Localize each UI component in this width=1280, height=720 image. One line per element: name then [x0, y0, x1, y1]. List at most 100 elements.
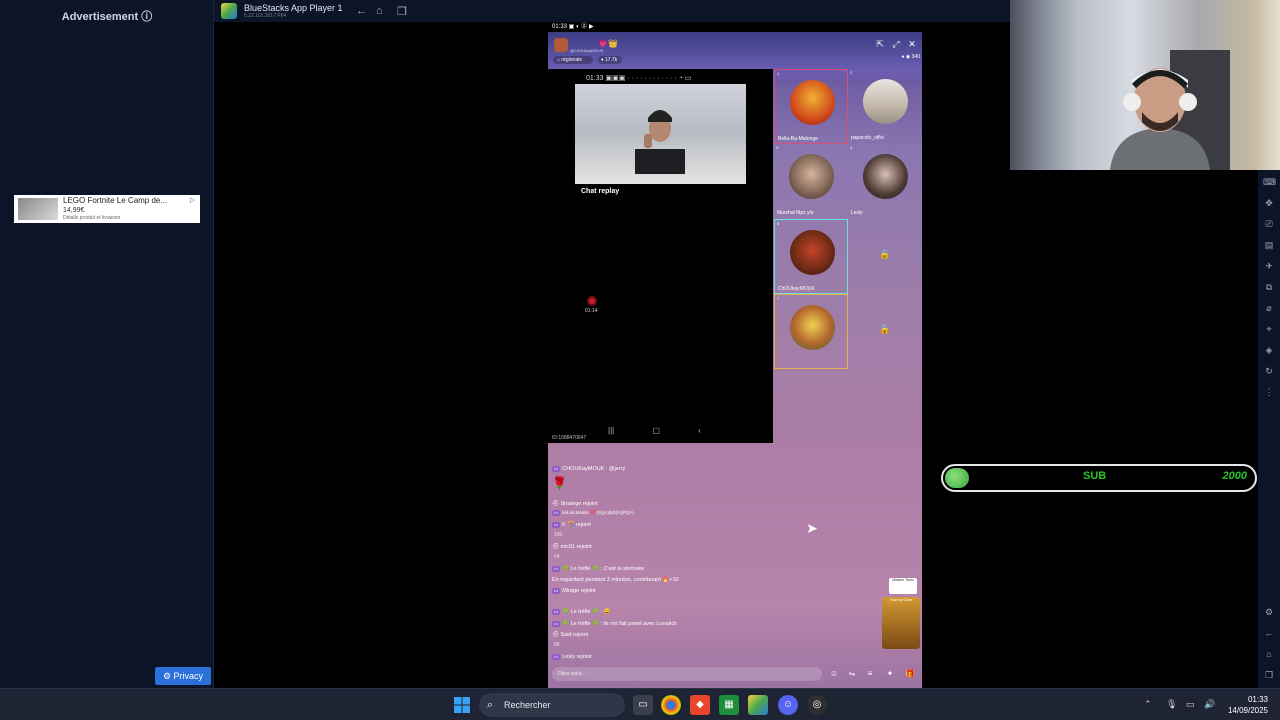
chat-text: 🍀 Le trèfle 🍀 : C'est la sternake [562, 566, 645, 572]
location-icon[interactable]: ⌖ [1263, 323, 1275, 335]
back-nav-icon[interactable]: ‹ [698, 426, 701, 435]
stream-id: ID:1088470647 [552, 435, 587, 441]
chat-message: Lv kal.de.Manila 💯 (S)(A)(M)(A)(R)(A) [552, 510, 634, 516]
sidebar-recents-icon[interactable]: ❐ [1263, 669, 1275, 681]
viewer-count[interactable]: ● ◉ 340 [870, 54, 920, 66]
chrome-icon[interactable] [661, 695, 681, 715]
seat-5[interactable]: 5 ChOUkayMOUK [774, 219, 848, 294]
seat-name: Marshal Mpz yts [777, 210, 814, 216]
lock-icon: 🔒 [879, 324, 891, 334]
ad-title: Advertisement ⓘ [61, 11, 153, 23]
taskbar-clock[interactable]: 01:33 14/09/2025 [1228, 694, 1268, 716]
seat-number: 2 [850, 70, 853, 75]
seat-8-empty[interactable]: 🔒 [848, 294, 922, 369]
ad-choices-icon[interactable]: ▷ [190, 196, 198, 204]
gamepad-icon[interactable]: ✥ [1263, 197, 1275, 209]
home-nav-icon[interactable]: ▢ [652, 426, 660, 435]
windows-start-icon[interactable] [454, 697, 470, 713]
ad-product-name[interactable]: LEGO Fortnite Le Camp de... [63, 196, 167, 205]
event-banner[interactable]: Tournoi Clan [882, 597, 920, 649]
seat-avatar[interactable] [790, 80, 835, 125]
seat-avatar[interactable] [863, 154, 908, 199]
status-time: 01:33 [552, 24, 568, 30]
keyboard-icon[interactable]: ⌨ [1263, 176, 1276, 188]
seat-6-empty[interactable]: 🔒 [848, 219, 922, 294]
multi-guest-icon[interactable]: ⇋ [846, 668, 858, 680]
layers-icon[interactable]: ◈ [1263, 344, 1275, 356]
mission-banner[interactable]: Mission Team [889, 578, 917, 594]
seat-4[interactable]: 4 Lesly [848, 144, 922, 219]
apk-install-icon[interactable]: ⧉ [1263, 281, 1275, 293]
screenshot-icon[interactable]: ⎚ [1263, 218, 1275, 230]
event-label: Tournoi Clan [889, 597, 913, 602]
host-stream[interactable]: 01:33 ▣▣▣ · · · · · · · · · · · · ◔ ▭ Ch… [548, 69, 773, 443]
ad-product-image[interactable] [18, 198, 58, 220]
bluestacks-taskbar-icon[interactable] [748, 695, 768, 715]
seat-name: papacolo_offici [851, 135, 885, 141]
streamer-webcam [1010, 0, 1280, 170]
emoji-icon[interactable]: ☺ [828, 668, 840, 680]
volume-icon[interactable]: 🔊 [1204, 699, 1215, 710]
seat-number: 1 [777, 71, 780, 76]
chat-feed: Lv CHOUKayMOUK : @jerry 🌹 ⛑ Stratege rejo… [552, 462, 752, 672]
close-icon[interactable]: ✕ [906, 38, 918, 50]
bluestacks-logo-icon [221, 3, 237, 19]
room-tag-label: régionale [561, 57, 582, 63]
task-view-icon[interactable]: ▭ [633, 695, 653, 715]
seat-avatar[interactable] [863, 79, 908, 124]
room-count: ♦ 17.7k [598, 56, 622, 64]
network-icon[interactable]: ▭ [1186, 699, 1195, 710]
room-avatar[interactable] [554, 38, 568, 52]
media-icon[interactable]: ▤ [1263, 239, 1275, 251]
level-badge: Lv [552, 510, 561, 516]
menu-icon[interactable]: ≡ [864, 668, 876, 680]
room-tag[interactable]: ⌂ régionale [553, 56, 593, 64]
brave-icon[interactable]: ◆ [690, 695, 710, 715]
recents-icon[interactable]: ||| [608, 426, 614, 435]
search-icon: ⌕ [487, 699, 494, 711]
obs-icon[interactable]: ◎ [807, 695, 827, 715]
chat-replay-label[interactable]: Chat replay [581, 188, 619, 195]
privacy-button[interactable]: ⚙ Privacy [155, 667, 211, 685]
more-icon[interactable]: ⋮ [1263, 386, 1275, 398]
seat-avatar[interactable] [790, 305, 835, 350]
seat-avatar[interactable] [790, 230, 835, 275]
sub-goal-fill [945, 468, 969, 488]
sidebar-back-icon[interactable]: ← [1263, 627, 1275, 639]
microphone-icon[interactable]: 🎙 [1166, 699, 1177, 710]
discord-icon[interactable]: ☺ [778, 695, 798, 715]
home-icon[interactable]: ⌂ [376, 5, 383, 17]
windows-taskbar: ⌕ Rechercher ▭ ◆ ▦ ☺ ◎ ⌃ 🎙 ▭ 🔊 01:33 14/… [0, 688, 1280, 720]
taskbar-search[interactable]: ⌕ Rechercher [479, 693, 625, 717]
seat-7[interactable]: 7 [774, 294, 848, 369]
ad-card[interactable]: LEGO Fortnite Le Camp de... 14,99€ Détai… [14, 195, 200, 223]
seat-number: 7 [777, 296, 780, 301]
seat-grid: 1 Bella-Ba-Matonge 2 papacolo_offici 3 M… [773, 69, 922, 369]
gift-icon[interactable]: 🎁 [904, 668, 916, 680]
share-icon[interactable]: ⇱ [874, 38, 886, 50]
record-icon[interactable] [587, 296, 597, 306]
seat-avatar[interactable] [789, 154, 834, 199]
seat-3[interactable]: 3 Marshal Mpz yts [774, 144, 848, 219]
search-label: Rechercher [504, 700, 551, 710]
room-host-handle: @ChOUkayMOUK [570, 48, 604, 53]
airplane-icon[interactable]: ✈ [1263, 260, 1275, 272]
excel-icon[interactable]: ▦ [719, 695, 739, 715]
back-arrow-icon[interactable]: ← [356, 5, 367, 17]
seat-1[interactable]: 1 Bella-Ba-Matonge [774, 69, 848, 144]
mouse-cursor-icon: ➤ [806, 520, 818, 536]
multi-instance-icon[interactable]: ❐ [397, 5, 407, 18]
ad-panel: Advertisement ⓘ LEGO Fortnite Le Camp de… [0, 0, 214, 688]
eco-mode-icon[interactable]: ⌀ [1263, 302, 1275, 314]
chat-text: Said rejoint [560, 632, 589, 638]
macro-icon[interactable]: ↻ [1263, 365, 1275, 377]
sidebar-home-icon[interactable]: ⌂ [1263, 648, 1275, 660]
seat-number: 4 [850, 145, 853, 150]
seat-2[interactable]: 2 papacolo_offici [848, 69, 922, 144]
seat-number: 5 [777, 221, 780, 226]
expand-icon[interactable]: ⤢ [890, 38, 902, 50]
chat-input[interactable]: Dites salut... [552, 667, 822, 681]
tray-chevron-icon[interactable]: ⌃ [1144, 699, 1152, 710]
rocket-icon[interactable]: ✦ [884, 668, 896, 680]
settings-icon[interactable]: ⚙ [1263, 606, 1275, 618]
